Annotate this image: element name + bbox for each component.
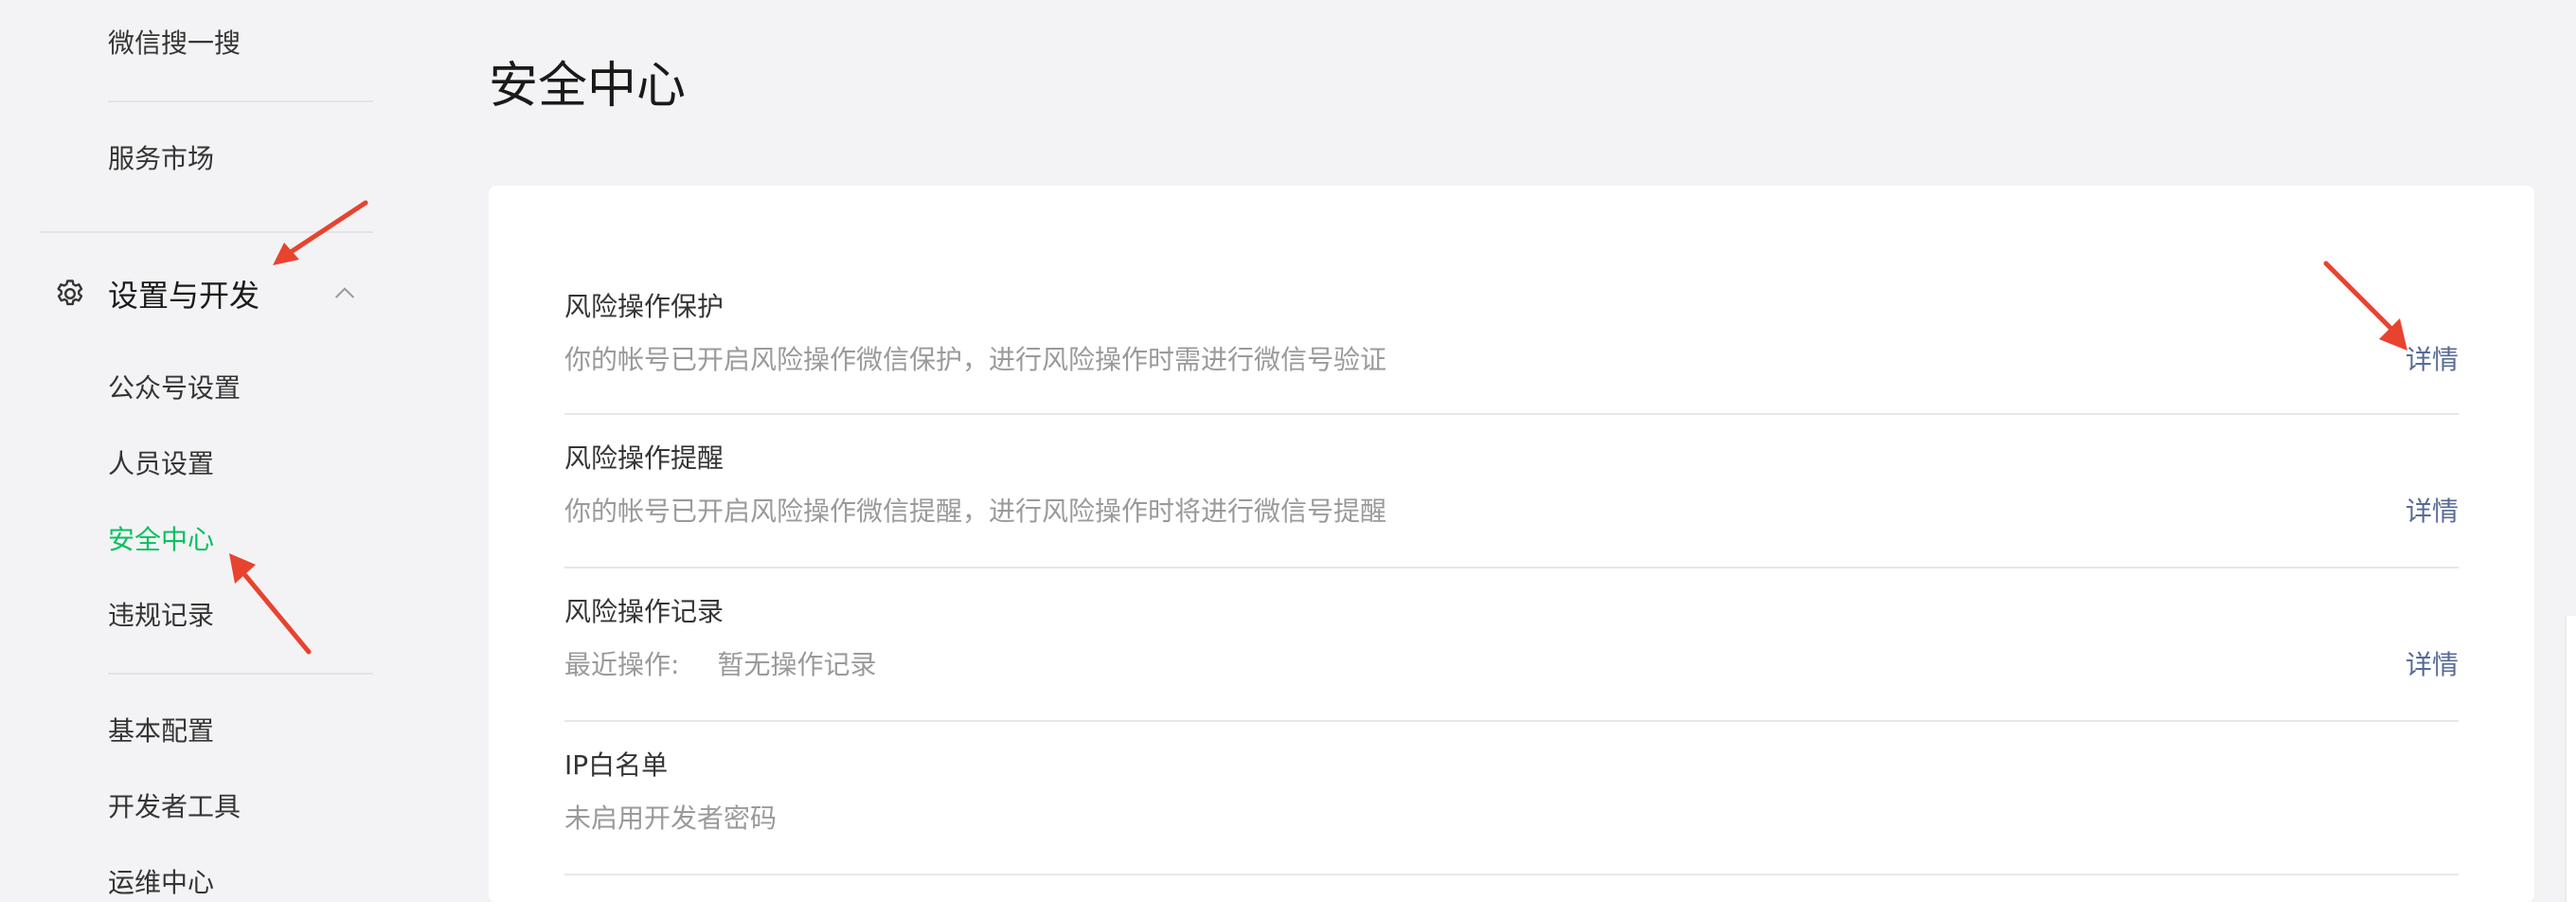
sidebar: 微信搜一搜 服务市场 设置与开发 公众号设置 人员设置 安全中心 违规记录 基本… (0, 0, 445, 902)
row-title: 风险操作记录 (564, 596, 724, 627)
annotation-arrow-icon (229, 553, 312, 655)
sidebar-item-developer-tools[interactable]: 开发者工具 (108, 788, 241, 826)
row-desc: 未启用开发者密码 (564, 803, 778, 834)
security-card: 风险操作保护 你的帐号已开启风险操作微信保护，进行风险操作时需进行微信号验证 详… (489, 186, 2534, 902)
sidebar-item-service-market[interactable]: 服务市场 (108, 140, 214, 178)
sidebar-section-title: 设置与开发 (108, 278, 260, 314)
list-item-risk-reminder: 风险操作提醒 你的帐号已开启风险操作微信提醒，进行风险操作时将进行微信号提醒 详… (564, 415, 2459, 568)
recent-ops-value: 暂无操作记录 (717, 649, 877, 680)
sidebar-item-violation-records[interactable]: 违规记录 (108, 597, 214, 635)
sidebar-item-weixin-search[interactable]: 微信搜一搜 (108, 25, 241, 63)
details-link[interactable]: 详情 (2406, 493, 2459, 531)
sidebar-section-settings-dev[interactable]: 设置与开发 (53, 271, 366, 316)
row-title: 风险操作提醒 (564, 442, 724, 474)
details-link[interactable]: 详情 (2406, 646, 2459, 684)
edge-panel (2565, 616, 2576, 902)
list-item-risk-log: 风险操作记录 最近操作: 暂无操作记录 详情 (564, 568, 2459, 722)
annotation-arrow-icon (2323, 261, 2407, 351)
page-title: 安全中心 (489, 58, 687, 115)
sidebar-item-basic-config[interactable]: 基本配置 (108, 713, 214, 750)
row-title: IP白名单 (564, 749, 669, 781)
chevron-up-icon[interactable] (330, 279, 360, 309)
gear-icon (57, 280, 83, 306)
recent-ops-label: 最近操作: (564, 649, 680, 680)
sidebar-divider (108, 100, 373, 102)
row-desc: 你的帐号已开启风险操作微信提醒，进行风险操作时将进行微信号提醒 (564, 496, 1387, 527)
sidebar-divider (108, 673, 373, 675)
row-desc: 你的帐号已开启风险操作微信保护，进行风险操作时需进行微信号验证 (564, 344, 1387, 375)
row-title: 风险操作保护 (564, 291, 724, 322)
list-item-ip-whitelist: IP白名单 未启用开发者密码 (564, 722, 2459, 875)
sidebar-item-account-settings[interactable]: 公众号设置 (108, 370, 241, 407)
annotation-arrow-icon (273, 200, 368, 265)
list-item-risk-protection: 风险操作保护 你的帐号已开启风险操作微信保护，进行风险操作时需进行微信号验证 详… (564, 186, 2459, 415)
row-desc: 最近操作: 暂无操作记录 (564, 646, 876, 684)
sidebar-item-security-center[interactable]: 安全中心 (108, 521, 214, 559)
sidebar-item-personnel-settings[interactable]: 人员设置 (108, 445, 214, 483)
sidebar-item-ops-center[interactable]: 运维中心 (108, 864, 214, 902)
